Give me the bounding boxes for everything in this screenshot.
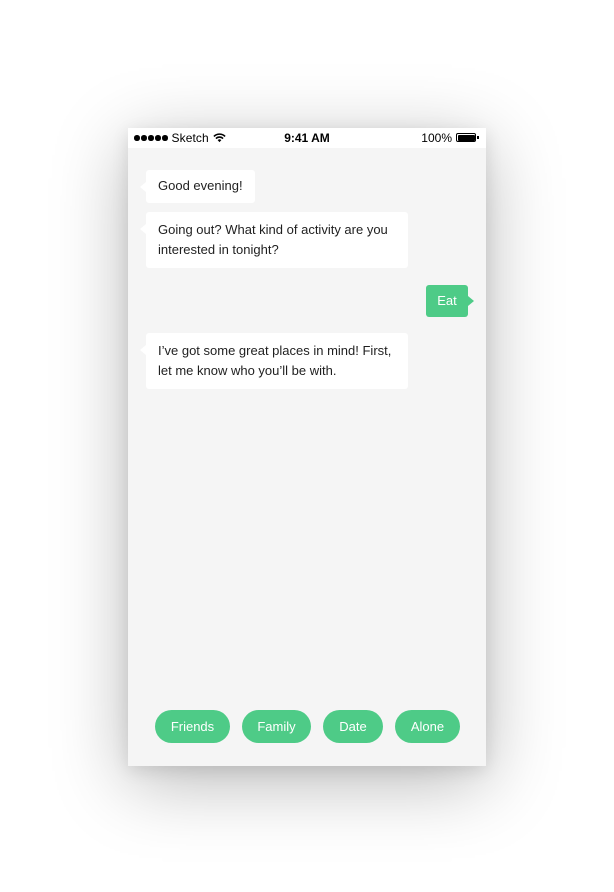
quick-replies: Friends Family Date Alone xyxy=(128,710,486,743)
user-message: Eat xyxy=(426,285,474,317)
reply-alone-button[interactable]: Alone xyxy=(395,710,460,743)
reply-friends-button[interactable]: Friends xyxy=(155,710,230,743)
bot-message: Going out? What kind of activity are you… xyxy=(140,212,408,268)
battery-percentage: 100% xyxy=(421,131,452,145)
bot-message: Good evening! xyxy=(140,170,255,203)
phone-screen: Sketch 9:41 AM 100% Good evening! Going … xyxy=(128,128,486,766)
status-right: 100% xyxy=(421,131,480,145)
battery-icon xyxy=(456,133,480,143)
reply-family-button[interactable]: Family xyxy=(242,710,311,743)
reply-date-button[interactable]: Date xyxy=(323,710,383,743)
status-bar: Sketch 9:41 AM 100% xyxy=(128,128,486,148)
bot-message: I’ve got some great places in mind! Firs… xyxy=(140,333,408,389)
